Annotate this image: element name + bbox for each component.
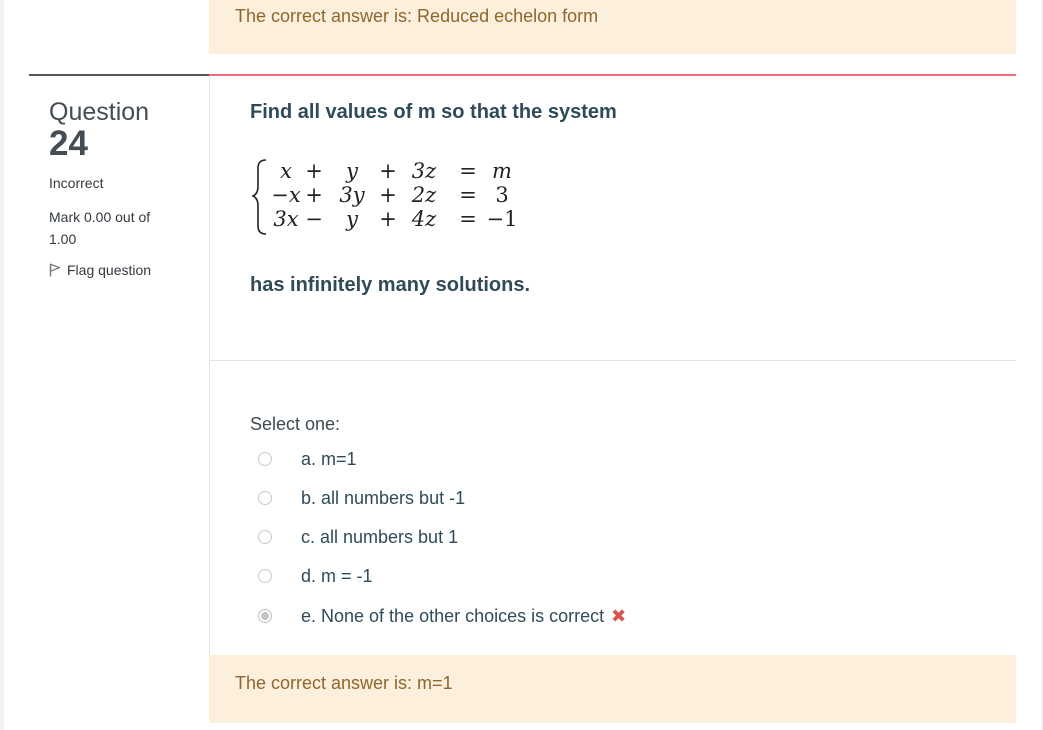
answer-label[interactable]: c. all numbers but 1 xyxy=(301,527,458,548)
answer-radio[interactable] xyxy=(258,530,272,544)
answer-radio[interactable] xyxy=(258,609,272,623)
flag-question-label: Flag question xyxy=(67,262,152,278)
system-term: 4z xyxy=(411,207,437,231)
system-term: −x xyxy=(271,183,301,207)
system-term: 3 xyxy=(495,183,508,207)
question-number: Question 24 xyxy=(49,98,149,162)
system-term: = xyxy=(459,183,477,207)
answer-text: a. m=1 xyxy=(301,448,357,469)
system-term: y xyxy=(345,159,359,183)
answer-radio[interactable] xyxy=(258,491,272,505)
system-term: 2z xyxy=(411,183,437,207)
system-term: m xyxy=(492,159,512,183)
flag-icon xyxy=(49,263,61,277)
answer-text: b. all numbers but -1 xyxy=(301,487,466,508)
previous-feedback-text: The correct answer is: Reduced echelon f… xyxy=(235,6,599,26)
system-term: + xyxy=(379,183,397,207)
answer-radio[interactable] xyxy=(258,569,272,583)
system-term: y xyxy=(345,207,359,231)
answer-label[interactable]: b. all numbers but -1 xyxy=(301,488,465,509)
system-term: = xyxy=(459,159,477,183)
answer-text: d. m = -1 xyxy=(301,565,373,586)
system-term: + xyxy=(379,159,397,183)
system-term: 3y xyxy=(339,183,365,207)
answer-radio[interactable] xyxy=(258,452,272,466)
answer-label[interactable]: d. m = -1 xyxy=(301,566,373,587)
system-term: 3x xyxy=(273,207,298,231)
system-term: 3z xyxy=(412,159,437,183)
question-label: Question xyxy=(49,98,150,126)
quiz-review-page: The correct answer is: Reduced echelon f… xyxy=(0,0,1043,730)
question-number-value: 24 xyxy=(49,124,88,163)
info-separator xyxy=(29,74,209,76)
system-term: −1 xyxy=(487,207,518,231)
system-term: + xyxy=(305,183,323,207)
answer-label[interactable]: a. m=1 xyxy=(301,449,357,470)
correct-answer-feedback: The correct answer is: m=1 xyxy=(209,655,1016,723)
equation-system: x + y +3z = m −x +3y +2z = 3 3x − y +4z = −1 xyxy=(252,158,532,238)
system-term: x xyxy=(280,159,292,183)
answer-label[interactable]: e. None of the other choices is correct ✖ xyxy=(301,606,626,627)
system-term: + xyxy=(305,159,323,183)
system-brace xyxy=(252,159,267,235)
question-grade: Mark 0.00 out of 1.00 xyxy=(49,209,151,247)
system-term: = xyxy=(459,207,477,231)
system-term: + xyxy=(379,207,397,231)
answer-text: e. None of the other choices is correct xyxy=(301,605,605,626)
content-border xyxy=(209,76,210,655)
previous-question-feedback: The correct answer is: Reduced echelon f… xyxy=(209,0,1016,54)
flag-question-link[interactable]: Flag question xyxy=(49,262,151,278)
answer-text: c. all numbers but 1 xyxy=(301,526,459,547)
question-intro: Find all values of m so that the system xyxy=(250,101,617,123)
question-outro: has infinitely many solutions. xyxy=(250,274,531,296)
correct-answer-text: The correct answer is: m=1 xyxy=(235,673,453,693)
section-divider xyxy=(210,360,1016,361)
system-term: − xyxy=(305,207,323,231)
question-separator xyxy=(209,74,1016,76)
select-one-prompt: Select one: xyxy=(250,414,341,434)
question-state: Incorrect xyxy=(49,175,104,191)
incorrect-icon: ✖ xyxy=(611,605,627,626)
